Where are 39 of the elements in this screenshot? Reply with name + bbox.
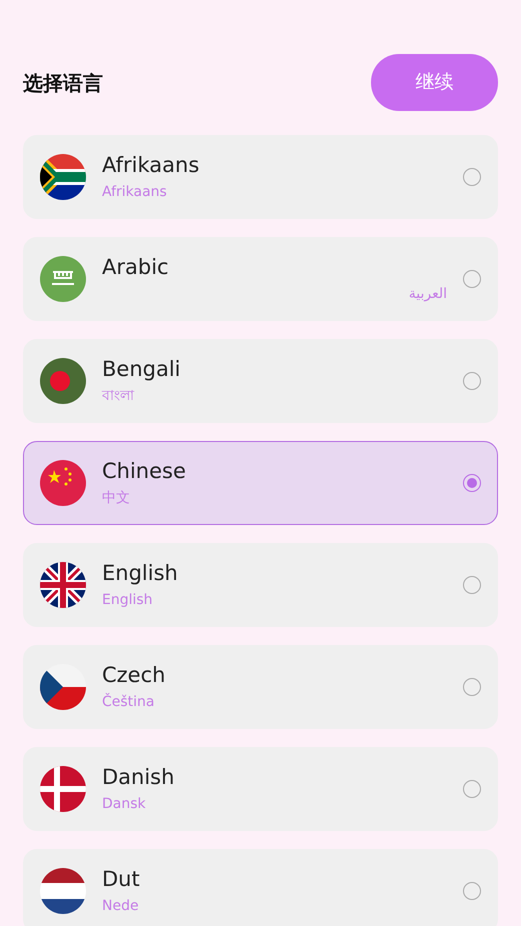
language-option[interactable]: Czech Čeština [23,645,498,729]
radio-button[interactable] [463,168,481,186]
native-name: Afrikaans [102,182,168,201]
native-name: 中文 [102,488,131,507]
language-name: Danish [102,765,176,790]
language-option[interactable]: Bengali বাংলা [23,339,498,423]
radio-button[interactable] [463,678,481,696]
language-name: Arabic [102,255,170,280]
radio-button[interactable] [463,576,481,594]
language-option[interactable]: Dut Nede [23,849,498,926]
native-name: English [102,590,154,609]
radio-button[interactable] [463,372,481,390]
native-name: Nede [102,896,140,915]
flag-icon [40,256,86,302]
native-name: Dansk [102,794,147,813]
language-name: Bengali [102,357,182,382]
page-title: 选择语言 [23,70,103,96]
language-option[interactable]: Afrikaans Afrikaans [23,135,498,219]
language-name: Czech [102,663,166,688]
language-name: Afrikaans [102,153,200,178]
flag-icon [40,766,86,812]
language-name: Chinese [102,459,187,484]
flag-icon [40,358,86,404]
radio-button[interactable] [463,882,481,900]
flag-icon [40,460,86,506]
native-name: বাংলা [102,386,136,405]
native-name: العربية [408,284,447,303]
language-name: English [102,561,179,586]
flag-icon [40,154,86,200]
language-option[interactable]: Chinese 中文 [23,441,498,525]
radio-button[interactable] [463,474,481,492]
flag-icon [40,868,86,914]
radio-button[interactable] [463,270,481,288]
native-name: Čeština [102,692,156,711]
language-option[interactable]: English English [23,543,498,627]
language-name: Dut [102,867,141,892]
flag-icon [40,562,86,608]
language-option[interactable]: Danish Dansk [23,747,498,831]
radio-button[interactable] [463,780,481,798]
